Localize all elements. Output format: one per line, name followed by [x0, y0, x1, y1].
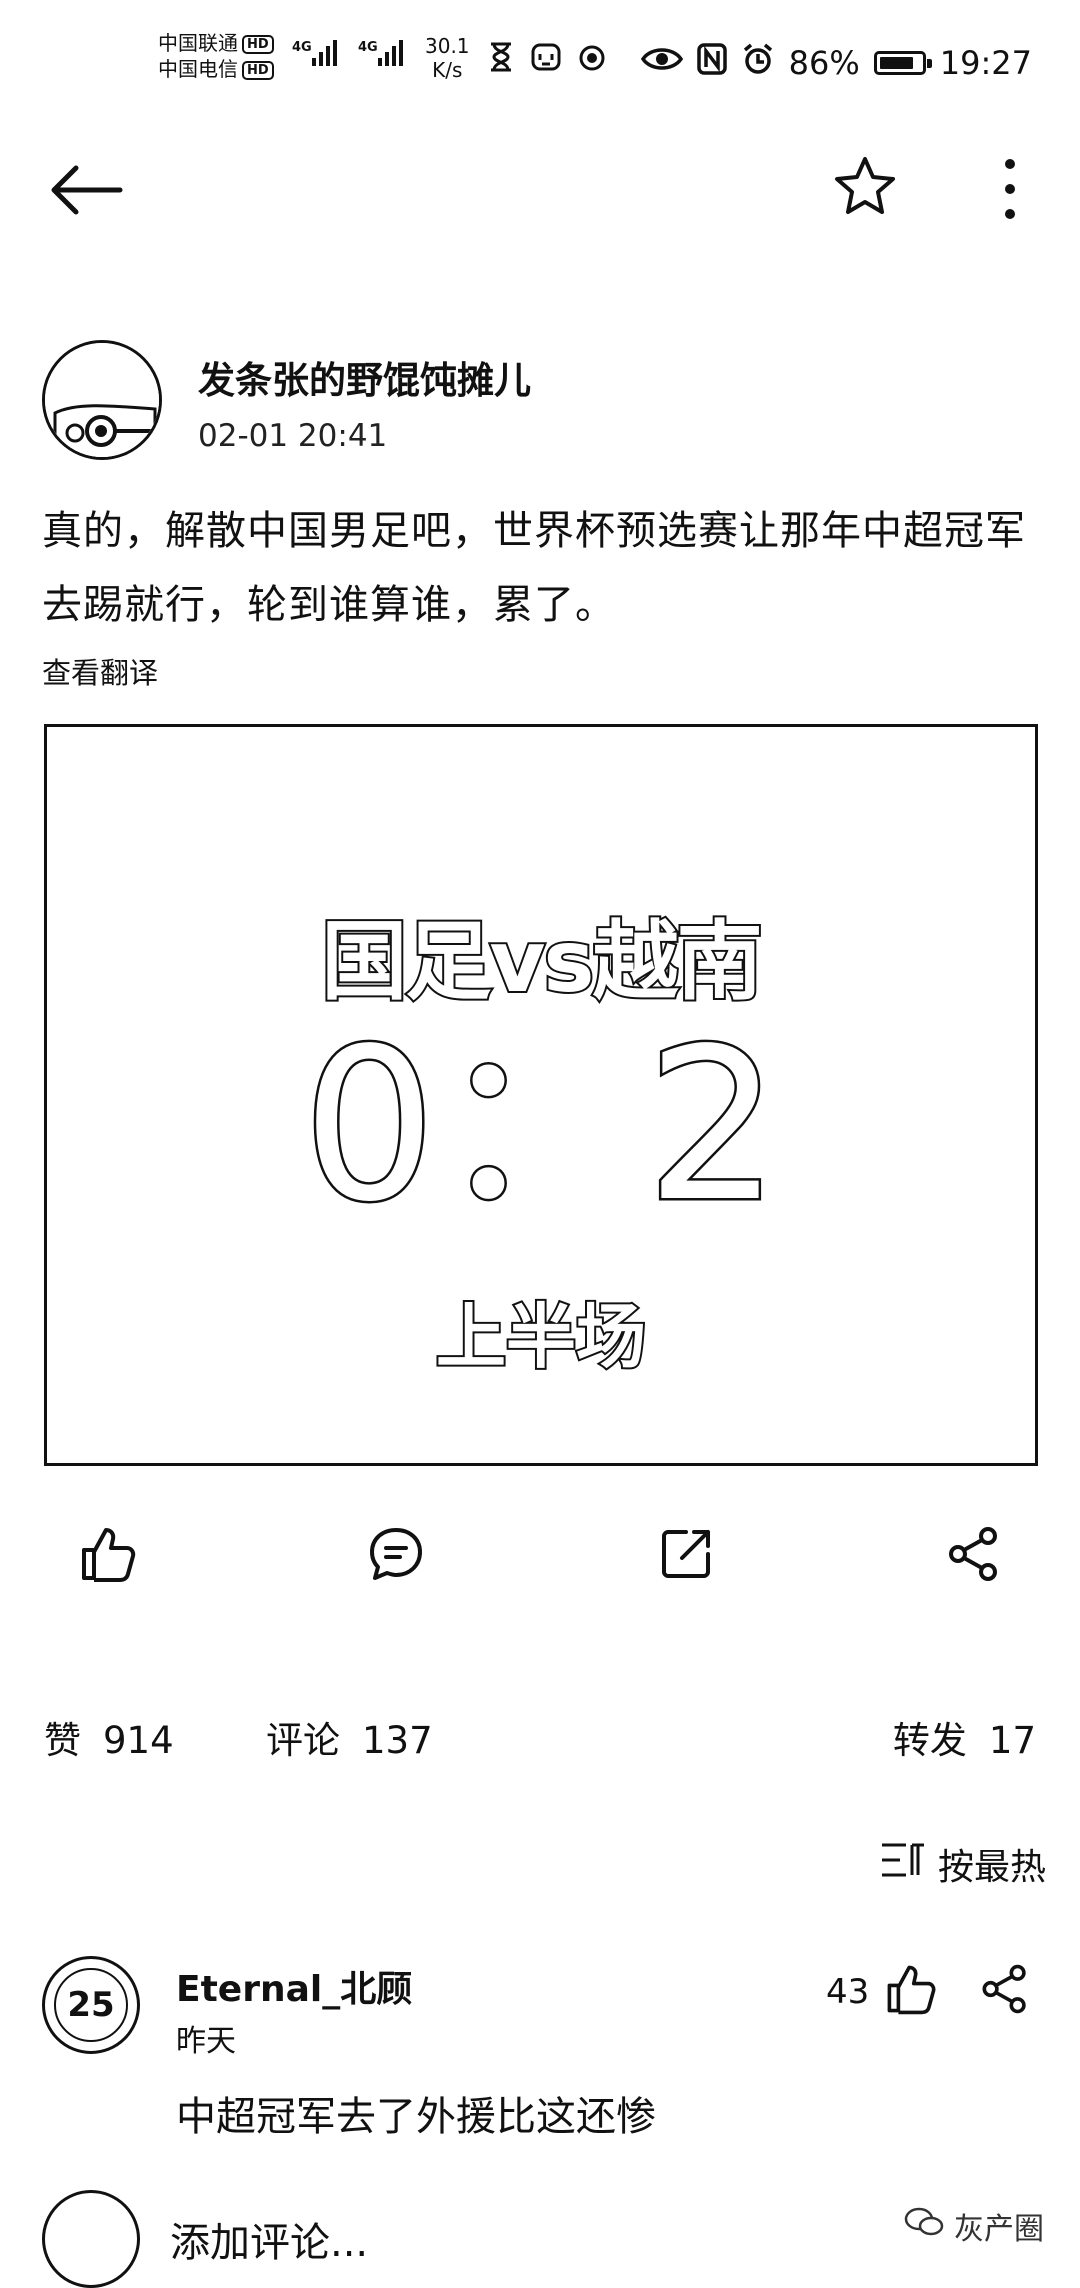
- watermark-text: 灰产圈: [954, 2212, 1044, 2247]
- carrier-info: 中国联通 HD 中国电信 HD: [158, 30, 274, 82]
- signal-icon: [312, 40, 340, 66]
- app-notification-icon: [530, 42, 562, 72]
- battery-icon: [873, 51, 932, 75]
- watermark: 灰产圈: [904, 2204, 1044, 2248]
- comment-text: 中超冠军去了外援比这还惨: [176, 2094, 656, 2140]
- hd-badge: HD: [242, 35, 274, 54]
- my-avatar: [42, 2190, 140, 2288]
- carrier-2: 中国电信: [158, 57, 238, 81]
- network-type-2: 4G: [358, 40, 378, 55]
- eye-icon: [640, 44, 683, 82]
- comment-time: 昨天: [176, 2024, 236, 2059]
- comment-share-icon[interactable]: [978, 1962, 1032, 2016]
- commenter-avatar[interactable]: 25: [42, 1956, 140, 2054]
- likes-stat[interactable]: 赞 914: [44, 1710, 174, 1764]
- reposts-label: 转发: [892, 1719, 967, 1762]
- sort-label: 按最热: [937, 1847, 1046, 1888]
- image-title: 国足vs越南: [319, 910, 764, 1014]
- like-icon[interactable]: [78, 1524, 138, 1584]
- signal-icon: [378, 40, 406, 66]
- commenter-name[interactable]: Eternal_北顾: [176, 1960, 412, 2012]
- network-speed: 30.1 K/s: [425, 34, 470, 82]
- add-comment-input[interactable]: 添加评论...: [170, 2210, 368, 2268]
- status-right: 86% 19:27: [640, 42, 1032, 84]
- repost-icon[interactable]: [656, 1524, 716, 1584]
- speed-unit: K/s: [432, 58, 463, 82]
- clock: 19:27: [939, 44, 1032, 82]
- reposts-count: 17: [988, 1719, 1036, 1762]
- speed-value: 30.1: [425, 34, 470, 58]
- favorite-star-icon[interactable]: [832, 154, 898, 220]
- share-icon[interactable]: [944, 1524, 1004, 1584]
- image-score: 0：2: [300, 1003, 782, 1248]
- comments-count: 137: [362, 1719, 433, 1762]
- commenter-avatar-badge: 25: [54, 1968, 128, 2042]
- wechat-icon: [904, 2206, 944, 2246]
- hd-badge: HD: [242, 61, 274, 80]
- nfc-icon: [696, 43, 727, 83]
- hourglass-icon: [488, 42, 514, 72]
- comment-like-count: 43: [826, 1972, 870, 2012]
- network-type-1: 4G: [292, 40, 312, 55]
- post-image[interactable]: 国足vs越南 0：2 上半场: [44, 724, 1038, 1466]
- post-text: 真的，解散中国男足吧，世界杯预选赛让那年中超冠军去踢就行，轮到谁算谁，累了。: [42, 508, 1026, 628]
- author-name[interactable]: 发条张的野馄饨摊儿: [198, 350, 531, 404]
- sort-toggle[interactable]: 按最热: [880, 1838, 1046, 1890]
- app-notification-icon-2: [578, 44, 606, 72]
- comments-stat[interactable]: 评论 137: [266, 1710, 433, 1764]
- carrier-1: 中国联通: [158, 31, 238, 55]
- battery-percent: 86%: [788, 44, 860, 82]
- image-period: 上半场: [434, 1294, 648, 1380]
- post-time: 02-01 20:41: [198, 418, 388, 454]
- likes-count: 914: [103, 1719, 174, 1762]
- comments-label: 评论: [266, 1719, 340, 1762]
- comment-like-icon[interactable]: [884, 1962, 938, 2016]
- likes-label: 赞: [44, 1719, 81, 1762]
- reposts-stat[interactable]: 转发 17: [893, 1710, 1036, 1764]
- back-arrow-icon[interactable]: [46, 160, 126, 220]
- sort-icon: [880, 1841, 926, 1888]
- comment-icon[interactable]: [366, 1524, 426, 1584]
- alarm-icon: [741, 42, 775, 84]
- more-options-icon[interactable]: [988, 156, 1032, 222]
- translate-link[interactable]: 查看翻译: [42, 650, 158, 692]
- author-avatar[interactable]: [42, 340, 162, 460]
